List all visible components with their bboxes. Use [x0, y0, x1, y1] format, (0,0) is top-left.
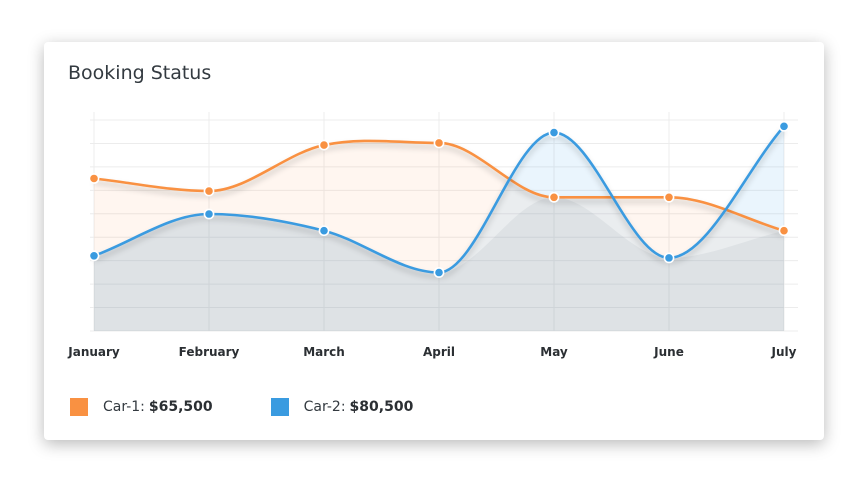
x-tick-label: May — [540, 345, 568, 359]
x-tick-label: February — [179, 345, 240, 359]
data-point-car-1 — [318, 139, 330, 151]
x-tick-label: January — [67, 345, 120, 359]
data-point-car-2 — [318, 225, 330, 237]
data-point-car-2 — [548, 127, 560, 138]
x-tick-label: March — [303, 345, 345, 359]
data-point-car-1 — [663, 191, 675, 203]
legend-swatch-car-2 — [270, 398, 289, 416]
data-point-car-2 — [88, 250, 100, 262]
legend-item-car-2[interactable]: Car-2: $80,500 — [270, 398, 414, 416]
chart-legend: Car-1: $65,500 Car-2: $80,500 — [70, 398, 471, 416]
data-point-car-2 — [663, 252, 675, 264]
data-point-car-1 — [548, 191, 560, 203]
data-point-car-2 — [778, 120, 790, 132]
data-point-car-1 — [203, 185, 215, 197]
legend-value-car-2: $80,500 — [349, 399, 414, 415]
area-chart: January February March April May June July — [67, 112, 798, 359]
legend-label-car-1: Car-1: — [103, 399, 145, 415]
data-point-car-1 — [88, 173, 100, 184]
data-point-car-2 — [433, 267, 445, 278]
data-point-car-2 — [203, 208, 215, 220]
data-point-car-1 — [778, 225, 790, 237]
x-tick-label: June — [653, 345, 684, 359]
chart-card: Booking Status January February March April… — [44, 42, 824, 440]
legend-swatch-car-1 — [70, 398, 88, 416]
x-tick-label: April — [423, 345, 455, 359]
data-point-car-1 — [433, 137, 445, 149]
legend-value-car-1: $65,500 — [148, 399, 213, 415]
legend-label-car-2: Car-2: — [303, 399, 346, 415]
x-tick-label: July — [771, 345, 797, 359]
legend-item-car-1[interactable]: Car-1: $65,500 — [70, 398, 213, 416]
